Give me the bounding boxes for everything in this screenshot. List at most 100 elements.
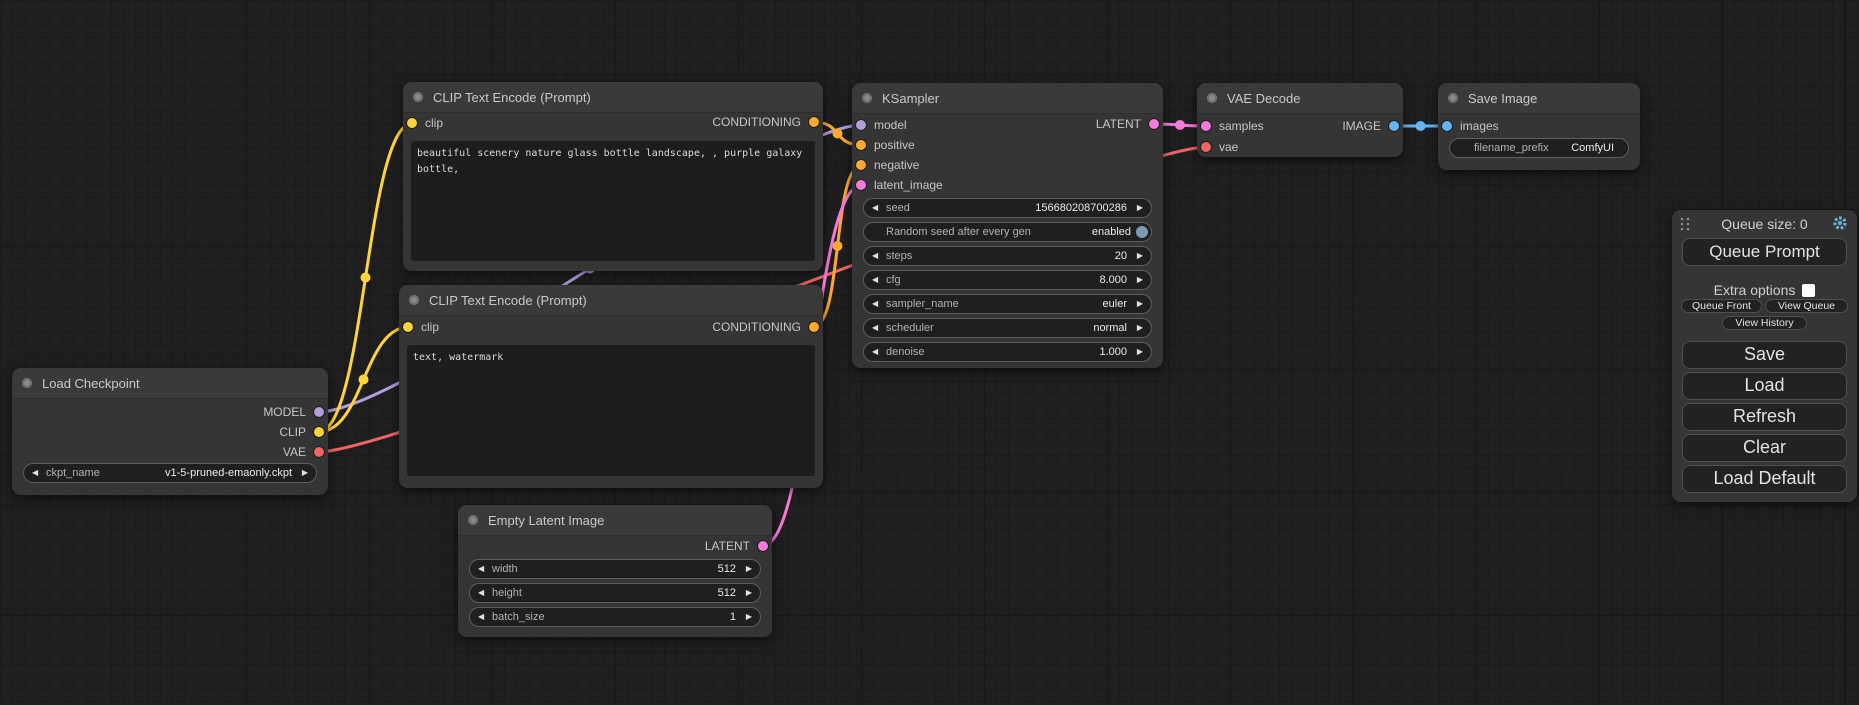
output-dot-LATENT[interactable] (758, 541, 768, 551)
load-button[interactable]: Load (1682, 372, 1847, 400)
output-port-LATENT[interactable]: LATENT (1096, 116, 1159, 132)
output-dot-MODEL[interactable] (314, 407, 324, 417)
extra-options-checkbox[interactable] (1802, 284, 1815, 297)
node-header-save-image[interactable]: Save Image (1438, 83, 1640, 114)
decrement-arrow-icon[interactable]: ◀ (32, 464, 38, 482)
output-port-MODEL[interactable]: MODEL (263, 404, 324, 420)
increment-arrow-icon[interactable]: ▶ (746, 584, 752, 602)
toggle-indicator-icon[interactable] (1136, 226, 1148, 238)
input-port-vae[interactable]: vae (1201, 139, 1238, 155)
widget-sampler_name[interactable]: ◀▶sampler_nameeuler (863, 294, 1152, 314)
node-load-checkpoint[interactable]: Load CheckpointMODELCLIPVAE◀▶ckpt_namev1… (12, 368, 328, 495)
refresh-button[interactable]: Refresh (1682, 403, 1847, 431)
decrement-arrow-icon[interactable]: ◀ (478, 608, 484, 626)
output-dot-CONDITIONING[interactable] (809, 117, 819, 127)
node-empty-latent-image[interactable]: Empty Latent ImageLATENT◀▶width512◀▶heig… (458, 505, 772, 637)
input-dot-samples[interactable] (1201, 121, 1211, 131)
settings-gear-icon[interactable] (1832, 215, 1848, 231)
input-dot-vae[interactable] (1201, 142, 1211, 152)
node-header-empty-latent-image[interactable]: Empty Latent Image (458, 505, 772, 536)
output-port-CONDITIONING[interactable]: CONDITIONING (712, 114, 819, 130)
increment-arrow-icon[interactable]: ▶ (746, 608, 752, 626)
output-dot-LATENT[interactable] (1149, 119, 1159, 129)
save-button[interactable]: Save (1682, 341, 1847, 369)
node-save-image[interactable]: Save Image images filename_prefixComfyUI (1438, 83, 1640, 170)
output-port-CLIP[interactable]: CLIP (279, 424, 324, 440)
decrement-arrow-icon[interactable]: ◀ (872, 199, 878, 217)
widget-cfg[interactable]: ◀▶cfg8.000 (863, 270, 1152, 290)
node-clip-text-encode-positive[interactable]: CLIP Text Encode (Prompt) clip CONDITIONIN… (403, 82, 823, 271)
increment-arrow-icon[interactable]: ▶ (1137, 295, 1143, 313)
node-header-load-checkpoint[interactable]: Load Checkpoint (12, 368, 328, 399)
output-port-VAE[interactable]: VAE (283, 444, 324, 460)
output-dot-VAE[interactable] (314, 447, 324, 457)
node-ksampler[interactable]: KSampler model positive negative latent_imag… (852, 83, 1163, 368)
widget-Random seed after every gen[interactable]: Random seed after every genenabled (863, 222, 1152, 242)
increment-arrow-icon[interactable]: ▶ (1137, 343, 1143, 361)
decrement-arrow-icon[interactable]: ◀ (478, 584, 484, 602)
node-header-clip-text-encode-positive[interactable]: CLIP Text Encode (Prompt) (403, 82, 823, 113)
input-port-latent_image[interactable]: latent_image (856, 177, 943, 193)
input-dot-clip[interactable] (403, 322, 413, 332)
node-header-clip-text-encode-negative[interactable]: CLIP Text Encode (Prompt) (399, 285, 823, 316)
input-dot-positive[interactable] (856, 140, 866, 150)
node-header-vae-decode[interactable]: VAE Decode (1197, 83, 1403, 114)
output-dot-CONDITIONING[interactable] (809, 322, 819, 332)
input-port-images[interactable]: images (1442, 118, 1499, 134)
input-port-positive[interactable]: positive (856, 137, 915, 153)
collapse-dot-icon[interactable] (409, 295, 419, 305)
widget-scheduler[interactable]: ◀▶schedulernormal (863, 318, 1152, 338)
input-port-samples[interactable]: samples (1201, 118, 1264, 134)
input-dot-negative[interactable] (856, 160, 866, 170)
queue-prompt-button[interactable]: Queue Prompt (1682, 238, 1847, 266)
clear-button[interactable]: Clear (1682, 434, 1847, 462)
collapse-dot-icon[interactable] (468, 515, 478, 525)
widget-batch_size[interactable]: ◀▶batch_size1 (469, 607, 761, 627)
input-port-negative[interactable]: negative (856, 157, 919, 173)
node-vae-decode[interactable]: VAE Decode samples vae IMAGE (1197, 83, 1403, 157)
input-port-clip[interactable]: clip (403, 319, 439, 335)
increment-arrow-icon[interactable]: ▶ (746, 560, 752, 578)
collapse-dot-icon[interactable] (22, 378, 32, 388)
increment-arrow-icon[interactable]: ▶ (302, 464, 308, 482)
widget-ckpt_name[interactable]: ◀▶ckpt_namev1-5-pruned-emaonly.ckpt (23, 463, 317, 483)
output-port-CONDITIONING[interactable]: CONDITIONING (712, 319, 819, 335)
collapse-dot-icon[interactable] (1448, 93, 1458, 103)
decrement-arrow-icon[interactable]: ◀ (478, 560, 484, 578)
input-dot-model[interactable] (856, 120, 866, 130)
comfyui-canvas[interactable]: Load CheckpointMODELCLIPVAE◀▶ckpt_namev1… (0, 0, 1859, 705)
collapse-dot-icon[interactable] (1207, 93, 1217, 103)
output-dot-IMAGE[interactable] (1389, 121, 1399, 131)
queue-front-button[interactable]: Queue Front (1681, 299, 1762, 313)
increment-arrow-icon[interactable]: ▶ (1137, 247, 1143, 265)
load-default-button[interactable]: Load Default (1682, 465, 1847, 493)
input-port-clip[interactable]: clip (407, 115, 443, 131)
prompt-textarea[interactable]: text, watermark (407, 345, 815, 476)
decrement-arrow-icon[interactable]: ◀ (872, 295, 878, 313)
node-header-ksampler[interactable]: KSampler (852, 83, 1163, 114)
widget-denoise[interactable]: ◀▶denoise1.000 (863, 342, 1152, 362)
output-dot-CLIP[interactable] (314, 427, 324, 437)
decrement-arrow-icon[interactable]: ◀ (872, 319, 878, 337)
input-dot-latent_image[interactable] (856, 180, 866, 190)
output-port-LATENT[interactable]: LATENT (705, 538, 768, 554)
input-dot-images[interactable] (1442, 121, 1452, 131)
widget-width[interactable]: ◀▶width512 (469, 559, 761, 579)
input-port-model[interactable]: model (856, 117, 907, 133)
prompt-textarea[interactable]: beautiful scenery nature glass bottle la… (411, 141, 815, 261)
widget-steps[interactable]: ◀▶steps20 (863, 246, 1152, 266)
widget-height[interactable]: ◀▶height512 (469, 583, 761, 603)
node-clip-text-encode-negative[interactable]: CLIP Text Encode (Prompt) clip CONDITIONIN… (399, 285, 823, 488)
increment-arrow-icon[interactable]: ▶ (1137, 271, 1143, 289)
widget-filename_prefix[interactable]: filename_prefixComfyUI (1449, 138, 1629, 158)
decrement-arrow-icon[interactable]: ◀ (872, 271, 878, 289)
input-dot-clip[interactable] (407, 118, 417, 128)
decrement-arrow-icon[interactable]: ◀ (872, 343, 878, 361)
collapse-dot-icon[interactable] (413, 92, 423, 102)
view-queue-button[interactable]: View Queue (1765, 299, 1848, 313)
view-history-button[interactable]: View History (1722, 316, 1807, 330)
increment-arrow-icon[interactable]: ▶ (1137, 319, 1143, 337)
collapse-dot-icon[interactable] (862, 93, 872, 103)
increment-arrow-icon[interactable]: ▶ (1137, 199, 1143, 217)
output-port-IMAGE[interactable]: IMAGE (1342, 118, 1399, 134)
